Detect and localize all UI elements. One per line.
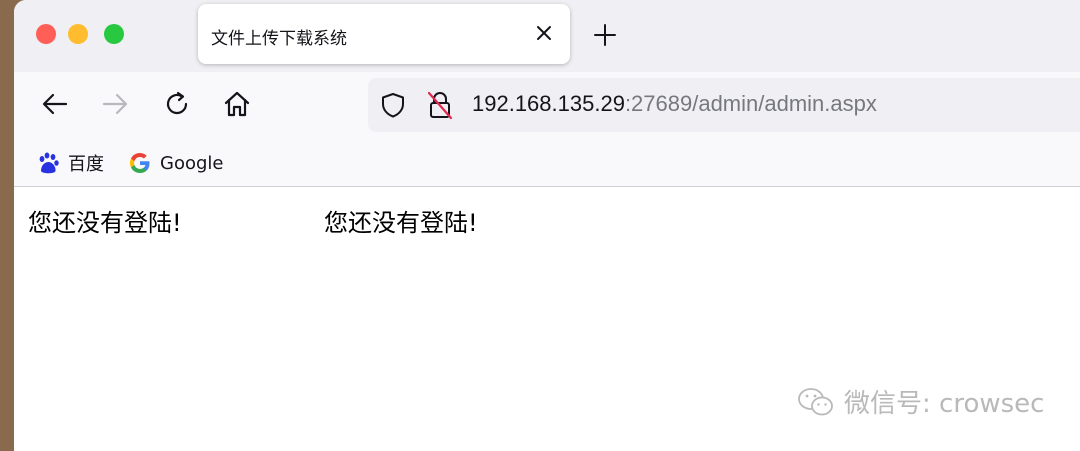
close-icon[interactable]	[532, 21, 556, 45]
not-logged-in-message: 您还没有登陆!	[28, 209, 182, 237]
tab-active[interactable]: 文件上传下载系统	[198, 4, 570, 64]
reload-icon[interactable]	[162, 89, 192, 119]
browser-window: 文件上传下载系统 192.168.135.29:27689/admin/admi…	[14, 0, 1080, 451]
bookmarks-bar: 百度 Google	[14, 140, 1080, 187]
bookmark-label: 百度	[68, 154, 104, 175]
minimize-window-button[interactable]	[68, 24, 88, 44]
close-window-button[interactable]	[36, 24, 56, 44]
zoom-window-button[interactable]	[104, 24, 124, 44]
not-logged-in-message: 您还没有登陆!	[324, 209, 478, 237]
page-content: 您还没有登陆! 您还没有登陆! 微信号: crowsec	[14, 187, 1080, 451]
wechat-icon	[798, 387, 833, 415]
tab-bar: 文件上传下载系统	[14, 0, 1080, 72]
url-path: :27689/admin/admin.aspx	[624, 91, 877, 116]
home-icon[interactable]	[222, 89, 252, 119]
bookmark-label: Google	[160, 152, 224, 174]
tab-title: 文件上传下载系统	[211, 29, 347, 49]
watermark: 微信号: crowsec	[796, 383, 1044, 420]
google-g-icon	[130, 153, 150, 173]
insecure-lock-icon[interactable]	[426, 90, 454, 120]
baidu-paw-icon	[39, 152, 59, 174]
shield-icon[interactable]	[380, 92, 406, 118]
new-tab-icon[interactable]	[592, 22, 618, 48]
bookmark-baidu[interactable]: 百度	[36, 150, 104, 176]
bookmark-google[interactable]: Google	[128, 150, 223, 176]
url-host: 192.168.135.29	[472, 91, 625, 116]
url-text[interactable]: 192.168.135.29:27689/admin/admin.aspx	[472, 91, 877, 117]
forward-arrow-icon[interactable]	[100, 89, 130, 119]
watermark-text: 微信号: crowsec	[844, 389, 1045, 419]
address-bar[interactable]: 192.168.135.29:27689/admin/admin.aspx	[368, 78, 1080, 132]
back-arrow-icon[interactable]	[40, 89, 70, 119]
nav-toolbar: 192.168.135.29:27689/admin/admin.aspx	[14, 72, 1080, 140]
